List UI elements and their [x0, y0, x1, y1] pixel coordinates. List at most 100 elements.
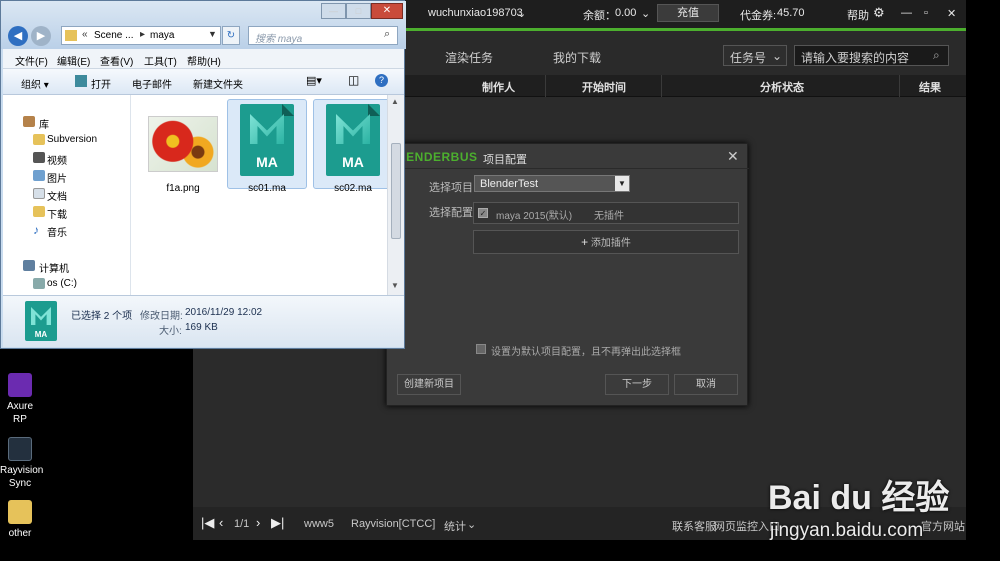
picture-icon — [33, 170, 45, 181]
stats-dropdown[interactable]: 统计 — [444, 518, 466, 534]
file-item-sc02[interactable]: MA sc02.ma — [313, 99, 393, 194]
task-filter-select[interactable]: 任务号 ⌄ — [723, 45, 787, 66]
view-options-icon[interactable]: ▤▾ — [306, 74, 322, 87]
search-icon[interactable]: ⌕ — [384, 28, 390, 41]
library-icon — [23, 116, 35, 127]
nav-item-video[interactable]: 视频 — [47, 152, 67, 167]
column-analysis-status[interactable]: 分析状态 — [760, 79, 804, 95]
nav-item-drive-c[interactable]: os (C:) — [47, 278, 77, 289]
size-value: 169 KB — [185, 322, 218, 333]
close-icon[interactable]: ✕ — [727, 148, 739, 165]
desktop-icon-other[interactable]: other — [0, 500, 40, 540]
config-item[interactable]: ✓ maya 2015(默认) 无插件 — [473, 202, 739, 224]
help-icon[interactable]: ? — [375, 74, 388, 87]
first-page-icon[interactable]: |◀ — [201, 515, 214, 531]
nav-item-pictures[interactable]: 图片 — [47, 170, 67, 185]
prev-page-icon[interactable]: ‹ — [219, 515, 223, 530]
maximize-icon[interactable]: □ — [346, 3, 371, 19]
email-button[interactable]: 电子邮件 — [132, 76, 172, 91]
download-icon — [33, 206, 45, 217]
breadcrumb-sep: « — [82, 29, 88, 40]
nav-item-music[interactable]: 音乐 — [47, 224, 67, 239]
back-icon[interactable]: ◀ — [8, 26, 28, 46]
tab-render-tasks[interactable]: 渲染任务 — [445, 49, 493, 66]
help-link[interactable]: 帮助 — [847, 7, 869, 23]
voucher-value: 45.70 — [777, 7, 805, 19]
music-icon: ♪ — [33, 223, 39, 237]
search-icon[interactable]: ⌕ — [933, 48, 940, 63]
column-start-time[interactable]: 开始时间 — [582, 79, 626, 95]
column-maker[interactable]: 制作人 — [482, 79, 515, 95]
file-item-f1a[interactable]: f1a.png — [143, 103, 223, 194]
scroll-up-icon[interactable]: ▲ — [391, 97, 399, 106]
explorer-file-pane: f1a.png MA sc01.ma MA sc02.ma — [131, 95, 393, 295]
project-select[interactable]: BlenderTest ▼ — [474, 175, 630, 192]
page-indicator: 1/1 — [234, 518, 250, 530]
explorer-scrollbar[interactable]: ▲ ▼ — [387, 95, 404, 295]
open-button[interactable]: 打开 — [91, 76, 111, 91]
next-button[interactable]: 下一步 — [605, 374, 669, 395]
chevron-down-icon[interactable]: ⌄ — [641, 7, 650, 20]
recharge-button[interactable]: 充值 — [657, 4, 719, 22]
search-placeholder: 搜索 maya — [255, 34, 303, 45]
search-input[interactable]: 请输入要搜索的内容 ⌕ — [794, 45, 949, 66]
modified-label: 修改日期: — [140, 311, 183, 322]
site-link[interactable]: 官方网站 — [921, 518, 965, 534]
next-label: 下一步 — [622, 379, 652, 390]
minimize-icon[interactable]: — — [901, 7, 912, 19]
add-plugin-button[interactable]: + 添加插件 — [473, 230, 739, 254]
explorer-menubar: 文件(F) 编辑(E) 查看(V) 工具(T) 帮助(H) — [3, 49, 404, 69]
nav-item-library[interactable]: 库 — [39, 116, 49, 131]
close-icon[interactable]: ✕ — [371, 3, 403, 19]
create-project-button[interactable]: 创建新项目 — [397, 374, 461, 395]
nav-item-subversion[interactable]: Subversion — [47, 134, 97, 145]
scroll-thumb[interactable] — [391, 143, 401, 239]
organize-button[interactable]: 组织 ▾ — [21, 76, 49, 91]
last-page-icon[interactable]: ▶| — [271, 515, 284, 531]
nav-item-downloads[interactable]: 下载 — [47, 206, 67, 221]
address-bar[interactable]: « Scene ... ▸ maya ▼ — [61, 26, 221, 45]
explorer-search-input[interactable]: 搜索 maya ⌕ — [248, 26, 398, 45]
menu-edit[interactable]: 编辑(E) — [57, 53, 90, 68]
default-config-checkbox[interactable] — [476, 344, 486, 354]
node-name: Rayvision[CTCC] — [351, 518, 436, 530]
breadcrumb-scene[interactable]: Scene ... — [94, 30, 133, 41]
default-config-label: 设置为默认项目配置，且不再弹出此选择框 — [491, 347, 681, 358]
next-page-icon[interactable]: › — [256, 515, 260, 530]
maximize-icon[interactable]: ▫ — [924, 7, 928, 19]
file-thumbnail-frame: MA — [227, 99, 307, 189]
close-icon[interactable]: ✕ — [947, 7, 956, 20]
username[interactable]: wuchunxiao198703 — [428, 7, 523, 19]
maya-file-icon: MA — [25, 301, 57, 341]
menu-help[interactable]: 帮助(H) — [187, 53, 221, 68]
chevron-down-icon[interactable]: ▼ — [208, 29, 217, 39]
forward-icon[interactable]: ▶ — [31, 26, 51, 46]
baidu-watermark-logo: Bai du 经验 — [768, 479, 950, 517]
support-link[interactable]: 联系客服 — [672, 518, 716, 534]
chevron-down-icon[interactable]: ⌄ — [517, 7, 526, 20]
refresh-icon[interactable]: ↻ — [222, 26, 240, 45]
file-name: f1a.png — [166, 183, 200, 194]
desktop-icon-rayvision[interactable]: Rayvision Sync — [0, 437, 43, 490]
breadcrumb-maya[interactable]: maya — [150, 30, 174, 41]
explorer-window: ◀ ▶ « Scene ... ▸ maya ▼ ↻ 搜索 maya ⌕ — □… — [0, 0, 406, 349]
scroll-down-icon[interactable]: ▼ — [391, 281, 399, 290]
column-result[interactable]: 结果 — [919, 79, 941, 95]
menu-file[interactable]: 文件(F) — [15, 53, 48, 68]
cancel-button[interactable]: 取消 — [674, 374, 738, 395]
menu-view[interactable]: 查看(V) — [100, 53, 133, 68]
explorer-navigation-pane: 库 Subversion 视频 图片 文档 下载 ♪ 音乐 计算机 os (C:… — [3, 95, 131, 295]
new-folder-button[interactable]: 新建文件夹 — [193, 76, 243, 91]
size-label: 大小: — [159, 326, 182, 337]
menu-tools[interactable]: 工具(T) — [144, 53, 177, 68]
file-item-sc01[interactable]: MA sc01.ma — [227, 99, 307, 194]
config-checkbox[interactable]: ✓ — [478, 208, 488, 218]
nav-item-computer[interactable]: 计算机 — [39, 260, 69, 275]
tab-my-downloads[interactable]: 我的下载 — [553, 49, 601, 66]
chevron-down-icon[interactable]: ⌄ — [467, 518, 476, 531]
desktop-icon-axure[interactable]: Axure RP — [0, 373, 40, 426]
minimize-icon[interactable]: — — [321, 3, 346, 19]
preview-pane-icon[interactable]: ◫ — [348, 73, 359, 87]
gear-icon[interactable]: ⚙ — [873, 5, 885, 21]
nav-item-documents[interactable]: 文档 — [47, 188, 67, 203]
